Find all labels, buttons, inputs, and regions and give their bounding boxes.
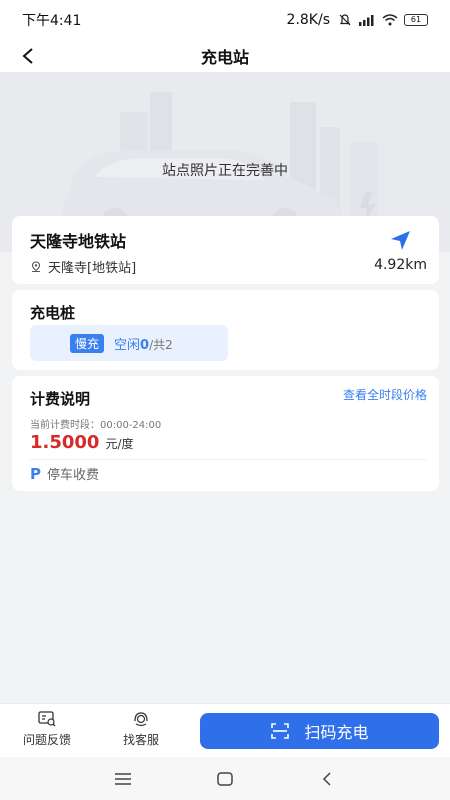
system-back-icon [322, 772, 331, 786]
photo-caption: 站点照片正在完善中 [162, 163, 288, 179]
home-button[interactable] [214, 768, 236, 790]
price-value: 1.5000 [30, 432, 100, 453]
network-speed: 2.8K/s [286, 12, 330, 28]
fee-card: 计费说明 查看全时段价格 当前计费时段：00:00-24:00 1.5000 元… [12, 376, 439, 491]
customer-service-icon [134, 712, 148, 727]
parking-fee-row: P 停车收费 [30, 464, 100, 484]
station-address: 天隆寺[地铁站] [30, 257, 136, 276]
back-button[interactable] [16, 44, 40, 68]
fee-divider [30, 459, 427, 460]
pile-free-count: 0 [140, 337, 150, 353]
fee-title: 计费说明 [30, 390, 91, 408]
pile-availability: 空闲0/共2 [114, 334, 173, 353]
fee-price: 1.5000 元/度 [30, 432, 134, 453]
scan-icon [271, 723, 290, 739]
battery-icon: 61 [404, 14, 428, 26]
mute-bell-icon [339, 14, 351, 26]
parking-icon: P [30, 464, 41, 483]
location-pin-icon [31, 260, 41, 272]
slow-charge-summary[interactable]: 慢充 空闲0/共2 [30, 325, 228, 361]
menu-button[interactable] [112, 768, 134, 790]
pile-total: /共2 [149, 337, 173, 352]
status-right: 2.8K/s 61 [287, 12, 428, 28]
all-periods-price-link[interactable]: 查看全时段价格 [343, 386, 427, 403]
system-back-button[interactable] [316, 768, 338, 790]
navigate-arrow-icon[interactable] [389, 228, 413, 252]
current-fee-period: 当前计费时段：00:00-24:00 [30, 420, 162, 431]
slow-charge-badge: 慢充 [70, 333, 105, 353]
home-icon [217, 772, 233, 786]
back-arrow-icon [22, 48, 33, 64]
station-info-card: 天隆寺地铁站 天隆寺[地铁站] 4.92km [12, 216, 439, 284]
feedback-icon [38, 711, 56, 727]
wifi-icon [382, 14, 398, 26]
page-title: 充电站 [200, 48, 249, 67]
price-unit: 元/度 [105, 437, 134, 451]
customer-service-label: 找客服 [122, 733, 159, 747]
scan-charge-button[interactable]: 扫码充电 [200, 713, 439, 749]
station-distance: 4.92km [374, 257, 427, 273]
piles-title: 充电桩 [30, 304, 76, 322]
system-nav-bar [0, 757, 450, 800]
scan-charge-label: 扫码充电 [304, 723, 369, 742]
charging-piles-card: 充电桩 慢充 空闲0/共2 [12, 290, 439, 370]
station-address-text: 天隆寺[地铁站] [48, 261, 137, 276]
nav-bar: 充电站 [0, 40, 450, 72]
status-bar: 下午4:41 2.8K/s 61 [0, 0, 450, 40]
pile-status-label: 空闲 [114, 337, 141, 353]
signal-icon [359, 15, 374, 26]
customer-service-button[interactable]: 找客服 [106, 710, 176, 748]
feedback-label: 问题反馈 [22, 733, 71, 747]
parking-fee-text: 停车收费 [47, 468, 100, 483]
station-name: 天隆寺地铁站 [30, 232, 127, 251]
feedback-button[interactable]: 问题反馈 [12, 710, 82, 748]
status-icons: 61 [338, 13, 428, 27]
bottom-action-bar: 问题反馈 找客服 扫码充电 [0, 703, 450, 757]
status-time: 下午4:41 [22, 13, 82, 29]
menu-icon [115, 773, 131, 785]
